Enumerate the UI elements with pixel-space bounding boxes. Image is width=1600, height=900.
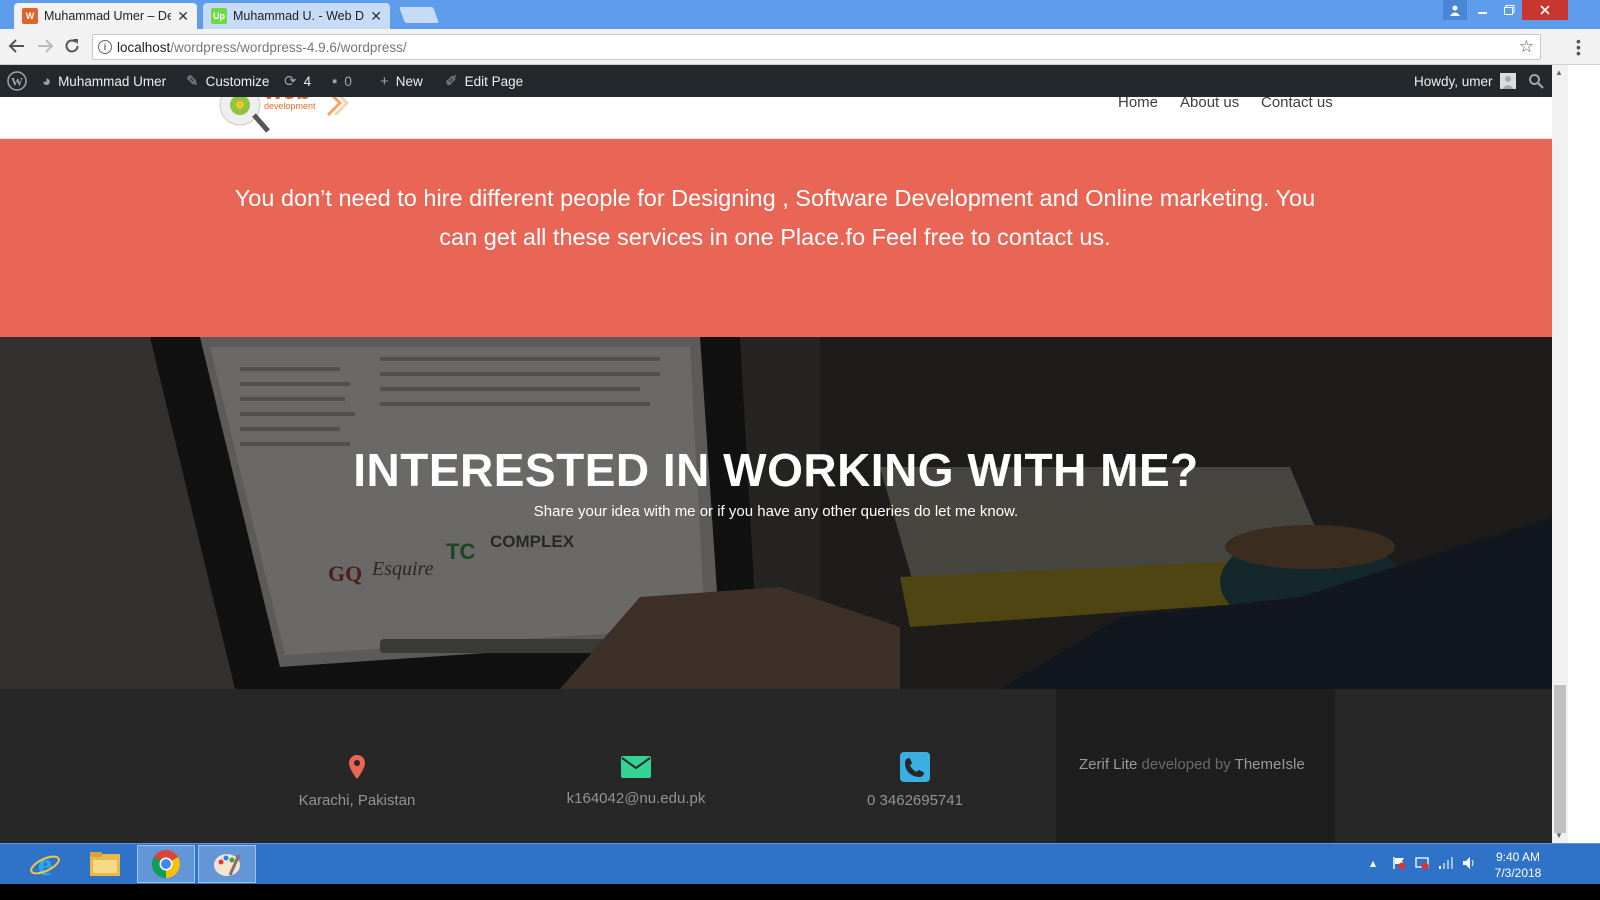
admin-comments[interactable]: ▪ 0 xyxy=(332,65,352,97)
new-tab-button[interactable] xyxy=(399,7,439,23)
clock-date: 7/3/2018 xyxy=(1494,866,1542,880)
admin-edit-page[interactable]: ✐ Edit Page xyxy=(445,65,523,97)
new-label: New xyxy=(395,73,423,89)
email-text[interactable]: k164042@nu.edu.pk xyxy=(556,790,716,807)
forward-arrow-icon xyxy=(38,39,54,53)
tab-active[interactable]: W Muhammad Umer – Deve ✕ xyxy=(14,3,197,29)
address-bar[interactable]: i localhost/wordpress/wordpress-4.9.6/wo… xyxy=(92,34,1541,60)
url-path: /wordpress/wordpress-4.9.6/wordpress/ xyxy=(170,39,407,55)
page-content: web development Home About us Contact us… xyxy=(0,97,1552,843)
vertical-scrollbar[interactable]: ▲ ▼ xyxy=(1552,65,1568,843)
show-hidden-icons-icon[interactable]: ▴ xyxy=(1370,856,1376,870)
url-host: localhost xyxy=(117,39,171,55)
credit-theme-link[interactable]: Zerif Lite xyxy=(1079,756,1137,773)
profile-icon[interactable] xyxy=(1443,0,1467,20)
services-banner: You don’t need to hire different people … xyxy=(0,139,1552,337)
forward-button[interactable] xyxy=(36,37,54,58)
bookmark-star-icon[interactable]: ☆ xyxy=(1519,37,1534,57)
dashboard-icon: ◕ xyxy=(42,72,52,90)
tab-upwork[interactable]: Up Muhammad U. - Web De ✕ xyxy=(203,3,390,29)
banner-text: You don’t need to hire different people … xyxy=(234,185,1316,250)
plus-icon: + xyxy=(380,72,389,90)
wordpress-logo-icon[interactable]: W xyxy=(7,65,27,97)
upwork-favicon-icon: Up xyxy=(211,8,227,24)
customize-label: Customize xyxy=(205,73,270,89)
svg-text:W: W xyxy=(11,75,23,89)
clock-time: 9:40 AM xyxy=(1495,850,1541,864)
edit-page-label: Edit Page xyxy=(464,73,524,89)
scrollbar-thumb[interactable] xyxy=(1554,685,1566,833)
screen-bottom-edge xyxy=(0,884,1600,900)
updates-icon: ⟳ xyxy=(284,73,297,90)
scroll-down-arrow-icon[interactable]: ▼ xyxy=(1555,831,1563,840)
browser-menu-button[interactable]: • • • xyxy=(1576,34,1581,60)
nav-contact-us[interactable]: Contact us xyxy=(1261,97,1333,111)
pencil-icon: ✐ xyxy=(445,73,458,90)
brush-icon: ✎ xyxy=(186,73,199,90)
wp-admin-bar: W ◕ Muhammad Umer ✎ Customize ⟳ 4 ▪ 0 + … xyxy=(0,65,1568,97)
network-warning-icon[interactable] xyxy=(1415,856,1429,873)
close-window-button[interactable] xyxy=(1522,0,1568,20)
admin-site-name[interactable]: ◕ Muhammad Umer xyxy=(42,65,166,97)
cta-section: GQ Esquire TC COMPLEX INTERESTED IN WORK… xyxy=(0,337,1552,689)
site-logo[interactable]: web development xyxy=(218,97,353,135)
admin-account[interactable]: Howdy, umer xyxy=(1414,65,1516,97)
paint-taskbar-icon[interactable] xyxy=(198,845,256,883)
envelope-icon xyxy=(621,756,651,778)
site-footer: Karachi, Pakistan k164042@nu.edu.pk 0 34… xyxy=(0,689,1552,843)
logo-subtext: development xyxy=(264,101,316,111)
map-pin-icon xyxy=(349,755,365,779)
nav-about-us[interactable]: About us xyxy=(1180,97,1239,111)
screen: W Muhammad Umer – Deve ✕ Up Muhammad U. … xyxy=(0,0,1600,900)
comments-count: 0 xyxy=(344,73,352,89)
updates-count: 4 xyxy=(303,73,312,89)
admin-updates[interactable]: ⟳ 4 xyxy=(284,65,311,97)
reload-icon xyxy=(65,39,79,53)
scroll-up-arrow-icon[interactable]: ▲ xyxy=(1555,68,1563,77)
wordpress-favicon-icon: W xyxy=(22,8,38,24)
admin-new[interactable]: + New xyxy=(380,65,423,97)
footer-email: k164042@nu.edu.pk xyxy=(556,754,716,807)
tab-title: Muhammad U. - Web De xyxy=(233,9,365,23)
svg-text:e: e xyxy=(38,848,52,880)
location-text: Karachi, Pakistan xyxy=(298,792,416,809)
reload-button[interactable] xyxy=(63,37,81,58)
back-arrow-icon xyxy=(8,39,24,53)
cta-title: INTERESTED IN WORKING WITH ME? xyxy=(353,444,1199,496)
close-tab-icon[interactable]: ✕ xyxy=(370,8,382,25)
action-center-flag-icon[interactable] xyxy=(1392,856,1406,873)
site-name-label: Muhammad Umer xyxy=(58,73,167,89)
back-button[interactable] xyxy=(8,37,26,58)
system-clock[interactable]: 9:40 AM 7/3/2018 xyxy=(1488,849,1548,881)
site-header: web development Home About us Contact us xyxy=(0,97,1552,139)
close-tab-icon[interactable]: ✕ xyxy=(177,8,189,25)
footer-credit: Zerif Lite developed by ThemeIsle xyxy=(1079,756,1305,773)
tab-title: Muhammad Umer – Deve xyxy=(44,9,172,23)
file-explorer-icon[interactable] xyxy=(76,845,134,883)
cta-subtitle: Share your idea with me or if you have a… xyxy=(533,503,1019,520)
info-icon[interactable]: i xyxy=(98,40,112,54)
browser-title-bar: W Muhammad Umer – Deve ✕ Up Muhammad U. … xyxy=(0,0,1600,29)
signal-strength-icon[interactable] xyxy=(1438,856,1454,873)
admin-search-icon[interactable] xyxy=(1528,65,1544,97)
nav-home[interactable]: Home xyxy=(1118,97,1158,111)
windows-taskbar: e ▴ 9:40 AM 7/3/2018 xyxy=(0,843,1600,884)
phone-icon xyxy=(900,752,930,782)
phone-text: 0 3462695741 xyxy=(867,792,963,809)
chrome-taskbar-icon[interactable] xyxy=(137,845,195,883)
credit-author-link[interactable]: ThemeIsle xyxy=(1235,756,1305,773)
credit-middle-text: developed by xyxy=(1137,756,1235,773)
internet-explorer-icon[interactable]: e xyxy=(16,845,74,883)
restore-button[interactable] xyxy=(1496,0,1522,20)
volume-icon[interactable] xyxy=(1462,856,1476,873)
howdy-label: Howdy, umer xyxy=(1414,73,1493,89)
admin-customize[interactable]: ✎ Customize xyxy=(186,65,269,97)
comment-icon: ▪ xyxy=(332,72,338,90)
footer-phone: 0 3462695741 xyxy=(840,752,990,809)
browser-toolbar: i localhost/wordpress/wordpress-4.9.6/wo… xyxy=(0,29,1600,65)
minimize-button[interactable] xyxy=(1470,0,1496,20)
footer-location: Karachi, Pakistan xyxy=(280,754,434,809)
avatar xyxy=(1499,73,1516,89)
